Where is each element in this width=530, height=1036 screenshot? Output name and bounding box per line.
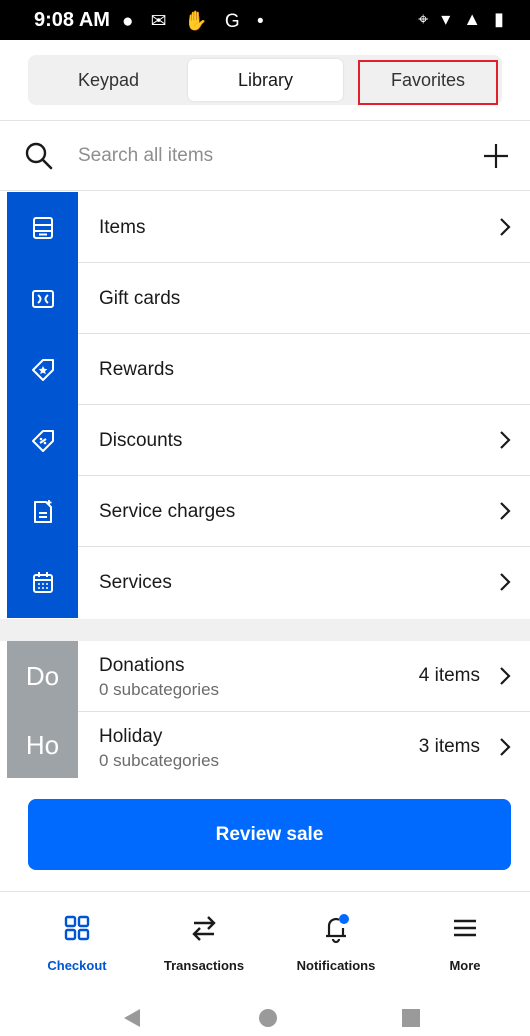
category-name: Holiday — [99, 726, 163, 747]
tab-library[interactable]: Library — [188, 59, 343, 101]
library-row-label: Discounts — [99, 430, 183, 451]
status-time: 9:08 AM — [34, 9, 110, 31]
library-row-label: Services — [99, 572, 172, 593]
chevron-right-icon — [500, 738, 511, 756]
bottom-navigation: Checkout Transactions Notifications More — [0, 891, 530, 973]
chevron-right-icon — [500, 573, 511, 591]
chevron-right-icon — [500, 431, 511, 449]
rewards-icon — [7, 334, 78, 405]
library-row-items[interactable]: Items — [0, 192, 530, 263]
category-avatar: Do — [7, 641, 78, 712]
home-icon[interactable] — [259, 1009, 277, 1027]
library-row-label: Service charges — [99, 501, 236, 522]
menu-icon — [454, 919, 476, 937]
back-icon[interactable] — [124, 1009, 140, 1027]
gift-card-icon — [7, 263, 78, 334]
nav-checkout[interactable]: Checkout — [12, 892, 142, 973]
category-subtitle: 0 subcategories — [99, 680, 220, 699]
checkout-grid-icon — [64, 915, 90, 941]
add-item-icon[interactable] — [482, 142, 510, 170]
category-item-count: 3 items — [418, 736, 480, 757]
category-avatar: Ho — [7, 712, 78, 778]
nav-more[interactable]: More — [400, 892, 530, 973]
chevron-right-icon — [500, 502, 511, 520]
system-navigation-bar — [124, 1009, 420, 1027]
search-icon[interactable] — [24, 141, 54, 171]
items-icon — [7, 192, 78, 263]
bell-icon — [326, 914, 349, 944]
system-status-icons: ⌖ ▾ ▲ ▮ — [418, 9, 508, 29]
tab-favorites[interactable]: Favorites — [358, 59, 498, 101]
services-icon — [7, 547, 78, 618]
review-sale-button[interactable]: Review sale — [28, 799, 511, 870]
library-row-service-charges[interactable]: Service charges — [0, 476, 530, 547]
nav-label: Transactions — [163, 958, 245, 973]
library-row-services[interactable]: Services — [0, 547, 530, 618]
discounts-icon — [7, 405, 78, 476]
library-row-rewards[interactable]: Rewards — [0, 334, 530, 405]
library-row-label: Gift cards — [99, 288, 181, 309]
category-row-holiday[interactable]: Ho Holiday 0 subcategories 3 items — [0, 712, 530, 778]
status-bar: 9:08 AM ● ✉ ✋ G • ⌖ ▾ ▲ ▮ — [0, 0, 530, 40]
nav-label: Checkout — [47, 958, 107, 973]
search-input[interactable] — [78, 139, 458, 173]
category-item-count: 4 items — [418, 665, 480, 686]
search-row — [0, 120, 530, 191]
category-row-donations[interactable]: Do Donations 0 subcategories 4 items — [0, 641, 530, 712]
nav-label: Notifications — [296, 958, 376, 973]
notification-icons: ● ✉ ✋ G • — [122, 11, 270, 32]
recents-icon[interactable] — [402, 1009, 420, 1027]
library-row-label: Rewards — [99, 359, 174, 380]
chevron-right-icon — [500, 667, 511, 685]
category-name: Donations — [99, 655, 185, 676]
library-row-label: Items — [99, 217, 146, 238]
service-charges-icon — [7, 476, 78, 547]
tab-keypad[interactable]: Keypad — [32, 59, 185, 101]
chevron-right-icon — [500, 218, 511, 236]
nav-transactions[interactable]: Transactions — [139, 892, 269, 973]
category-subtitle: 0 subcategories — [99, 751, 220, 770]
nav-label: More — [449, 958, 481, 973]
transactions-arrows-icon — [192, 916, 216, 941]
library-row-gift-cards[interactable]: Gift cards — [0, 263, 530, 334]
section-separator — [0, 619, 530, 641]
library-tab-switcher: Keypad Library Favorites — [28, 55, 502, 105]
library-row-discounts[interactable]: Discounts — [0, 405, 530, 476]
nav-notifications[interactable]: Notifications — [271, 892, 401, 973]
